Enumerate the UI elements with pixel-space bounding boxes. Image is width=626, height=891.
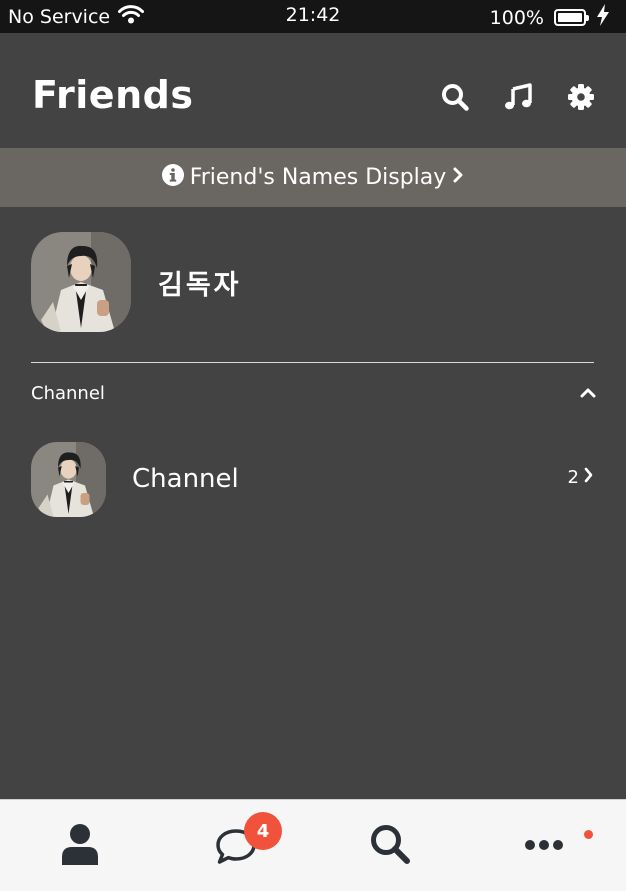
unread-badge: 4 bbox=[244, 812, 282, 850]
channel-section-header[interactable]: Channel bbox=[31, 380, 596, 406]
divider bbox=[31, 362, 594, 363]
channel-label: Channel bbox=[132, 464, 239, 494]
profile-name: 김독자 bbox=[158, 269, 242, 301]
my-profile[interactable]: 김독자 bbox=[31, 232, 242, 332]
channel-list-item[interactable]: Channel 2 bbox=[31, 441, 596, 517]
header-actions bbox=[439, 81, 596, 112]
battery-label: 100% bbox=[489, 6, 544, 29]
tab-friends[interactable] bbox=[2, 800, 158, 891]
chevron-right-icon bbox=[583, 467, 594, 488]
chevron-right-icon bbox=[452, 165, 464, 190]
chevron-up-icon bbox=[580, 383, 596, 404]
status-right: 100% bbox=[490, 4, 610, 31]
music-icon[interactable] bbox=[502, 81, 533, 112]
search-icon bbox=[369, 823, 411, 869]
channel-avatar bbox=[31, 441, 106, 517]
charging-bolt-icon bbox=[596, 4, 610, 31]
battery-level bbox=[558, 13, 582, 22]
header: Friends bbox=[0, 33, 626, 148]
names-display-banner[interactable]: Friend's Names Display bbox=[0, 148, 626, 207]
tab-search[interactable] bbox=[312, 800, 468, 891]
more-icon bbox=[524, 837, 564, 856]
gear-icon[interactable] bbox=[565, 81, 596, 112]
page-title: Friends bbox=[32, 73, 194, 117]
notification-dot bbox=[584, 830, 593, 839]
banner-text: Friend's Names Display bbox=[189, 165, 447, 190]
battery-icon bbox=[554, 9, 589, 26]
profile-avatar bbox=[31, 232, 131, 332]
channel-count: 2 bbox=[568, 467, 594, 488]
channel-count-value: 2 bbox=[567, 467, 579, 488]
info-icon bbox=[161, 163, 184, 192]
person-icon bbox=[61, 823, 99, 869]
tab-more[interactable] bbox=[466, 800, 622, 891]
tab-chats[interactable]: 4 bbox=[158, 800, 314, 891]
search-icon[interactable] bbox=[439, 81, 470, 112]
tab-bar: 4 bbox=[0, 799, 626, 891]
section-title: Channel bbox=[31, 382, 105, 404]
status-bar: No Service 21:42 100% bbox=[0, 0, 626, 33]
